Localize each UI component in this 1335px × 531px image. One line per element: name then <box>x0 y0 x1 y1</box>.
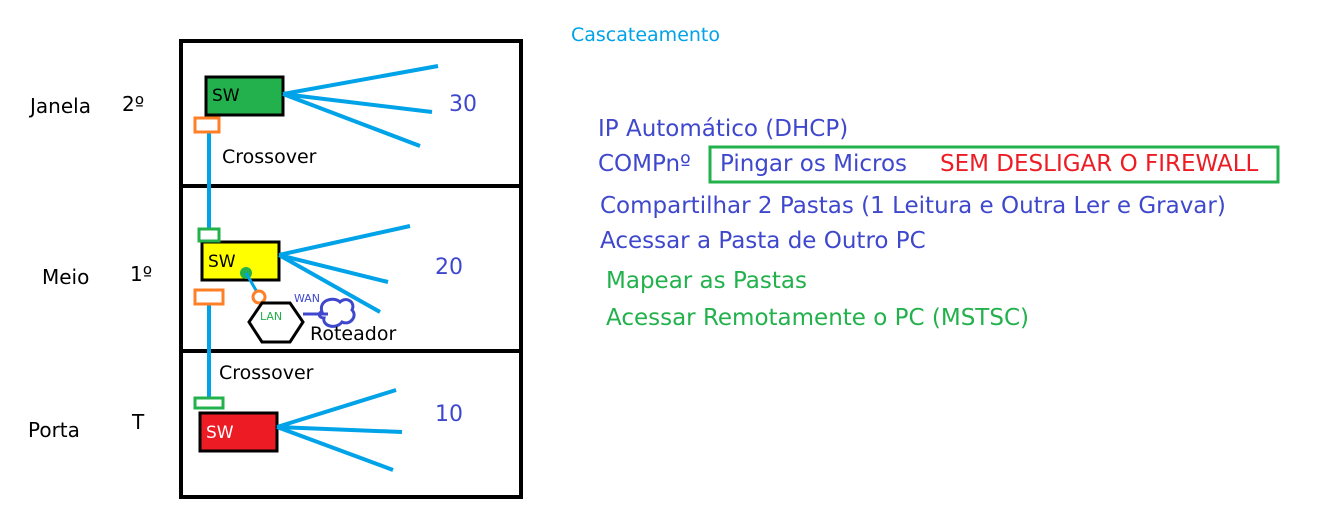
floor-level-t: T <box>132 410 145 434</box>
connector-bottom-green <box>193 396 225 410</box>
switch-bottom-label: SW <box>206 423 234 443</box>
switch-middle-label: SW <box>208 252 236 272</box>
count-middle: 20 <box>435 255 463 280</box>
task-map: Mapear as Pastas <box>606 268 807 294</box>
task-ping: Pingar os Micros <box>720 151 908 177</box>
floor-name-janela: Janela <box>30 94 91 118</box>
cables-bottom <box>276 388 403 472</box>
count-bottom: 10 <box>435 402 463 427</box>
floor-name-porta: Porta <box>28 418 80 442</box>
floor-level-1: 1º <box>130 262 153 286</box>
switch-top-label: SW <box>212 86 240 106</box>
router-lan-connector <box>251 289 267 305</box>
task-access: Acessar a Pasta de Outro PC <box>600 228 926 254</box>
floor-level-2: 2º <box>122 92 145 116</box>
router-wan-label: WAN <box>294 292 321 305</box>
count-top: 30 <box>449 92 477 117</box>
floor-name-meio: Meio <box>42 265 90 289</box>
connector-top-orange <box>193 116 221 134</box>
cables-top <box>282 64 439 148</box>
page-title: Cascateamento <box>571 24 720 46</box>
task-remote: Acessar Remotamente o PC (MSTSC) <box>606 305 1029 331</box>
task-comp: COMPnº <box>598 151 691 177</box>
network-diagram <box>179 39 1280 499</box>
task-firewall: SEM DESLIGAR O FIREWALL <box>940 151 1259 177</box>
task-ip: IP Automático (DHCP) <box>598 116 849 142</box>
crossover-label-upper: Crossover <box>222 146 317 168</box>
router-name-label: Roteador <box>310 323 397 345</box>
router-lan-label: LAN <box>260 310 283 323</box>
connector-middle-green <box>197 227 221 243</box>
crossover-label-lower: Crossover <box>219 362 314 384</box>
connector-middle-orange <box>193 288 225 306</box>
task-share: Compartilhar 2 Pastas (1 Leitura e Outra… <box>600 193 1226 219</box>
